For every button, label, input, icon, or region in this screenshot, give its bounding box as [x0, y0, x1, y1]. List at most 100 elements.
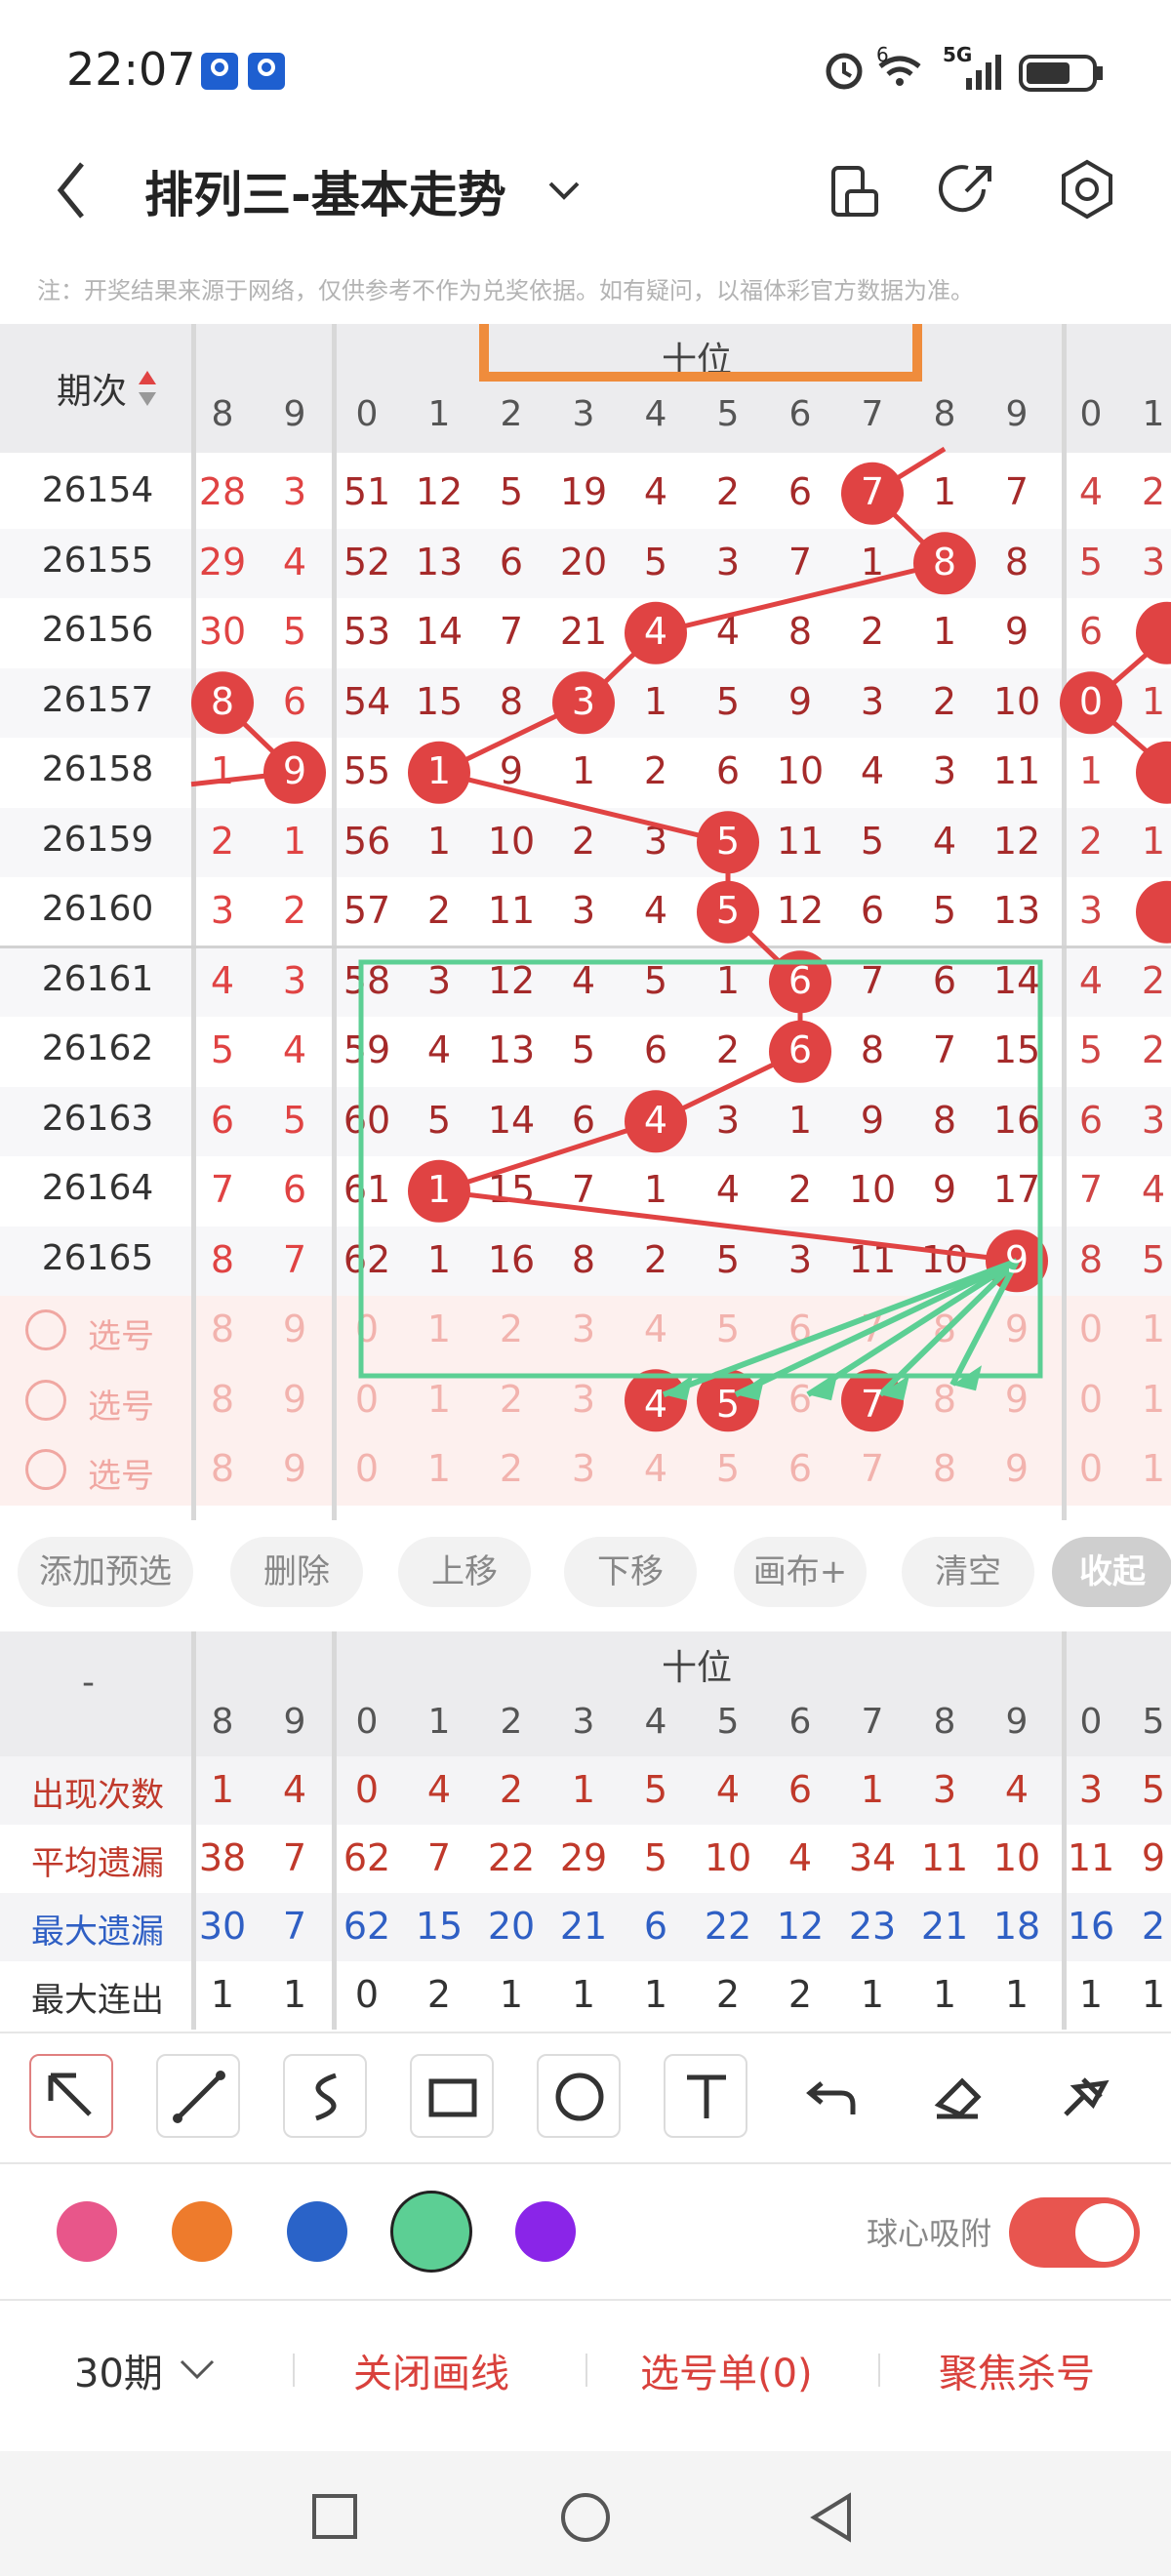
action-button[interactable]: 添加预选	[18, 1537, 193, 1607]
chevron-down-icon[interactable]	[178, 2357, 217, 2383]
rect-tool[interactable]	[410, 2054, 494, 2138]
line-tool[interactable]	[156, 2054, 240, 2138]
action-button[interactable]: 删除	[230, 1537, 363, 1607]
home-icon[interactable]	[558, 2490, 613, 2545]
stats-cell: 1	[571, 1973, 596, 2016]
rect-tool-icon	[428, 2078, 477, 2117]
stats-cell: 1	[499, 1973, 524, 2016]
close-lines-button[interactable]: 关闭画线	[353, 2342, 509, 2398]
stats-cell: 0	[354, 1768, 380, 1811]
rotate-screen-icon[interactable]	[828, 162, 882, 221]
share-icon[interactable]	[939, 160, 997, 219]
stats-column-header: 3	[572, 1702, 595, 1742]
period-select[interactable]: 30期	[74, 2342, 163, 2398]
color-swatch[interactable]	[515, 2201, 576, 2262]
column-divider	[1062, 1631, 1067, 2030]
eraser-tool[interactable]	[917, 2054, 1001, 2138]
stats-cell: 7	[426, 1836, 452, 1879]
stats-cell: 1	[932, 1973, 957, 2016]
annotation-box	[479, 324, 922, 382]
stats-cell: 62	[343, 1836, 391, 1879]
back-icon[interactable]	[53, 156, 92, 224]
grid-cell: 4	[643, 1098, 668, 1142]
annotation-arrowhead	[808, 1375, 837, 1401]
divider	[0, 2032, 1171, 2033]
trend-grid: 期次 十位 8 9 0 1 2 3 4 5 6 7 8 9 0 1 26154 28 3 51 12 5 19 4 2 6 7 1…	[0, 324, 1171, 1520]
wifi-label: 6	[876, 43, 889, 66]
text-tool[interactable]	[664, 2054, 747, 2138]
stats-cell: 21	[920, 1905, 969, 1948]
pick-list-button[interactable]: 选号单(0)	[640, 2342, 813, 2398]
brush-tool[interactable]	[1044, 2054, 1128, 2138]
stats-column-header: 9	[1005, 1702, 1029, 1742]
grid-cell: 9	[1004, 1237, 1030, 1281]
eraser-tool-icon	[934, 2077, 982, 2119]
circle-tool[interactable]	[537, 2054, 621, 2138]
stats-cell: 10	[992, 1836, 1041, 1879]
stats-cell: 0	[354, 1973, 380, 2016]
stats-cell: 6	[787, 1768, 813, 1811]
toggle-knob	[1075, 2203, 1134, 2262]
color-swatch[interactable]	[287, 2201, 347, 2262]
stats-cell: 1	[1004, 1973, 1030, 2016]
grid-cell: 5	[715, 819, 741, 863]
action-button[interactable]: 上移	[398, 1537, 531, 1607]
action-button[interactable]: 画布+	[734, 1537, 867, 1607]
column-divider	[332, 1631, 337, 2030]
column-divider	[191, 1631, 196, 2030]
grid-cell: 4	[643, 610, 668, 653]
stats-cell: 62	[343, 1905, 391, 1948]
color-swatch[interactable]	[390, 2191, 472, 2273]
grid-cell: 3	[571, 679, 596, 723]
settings-icon[interactable]	[1056, 158, 1118, 221]
snap-toggle[interactable]	[1009, 2197, 1140, 2268]
stats-column-header: 8	[933, 1702, 956, 1742]
stats-cell: 2	[426, 1973, 452, 2016]
circle-tool-icon	[555, 2073, 604, 2121]
stats-cell: 4	[1004, 1768, 1030, 1811]
stats-cell: 22	[704, 1905, 752, 1948]
back-nav-icon[interactable]	[806, 2490, 857, 2545]
undo-tool[interactable]	[790, 2054, 874, 2138]
stats-cell: 1	[282, 1973, 307, 2016]
stats-cell: 1	[860, 1768, 885, 1811]
recents-icon[interactable]	[310, 2492, 359, 2541]
system-nav-bar	[0, 2451, 1171, 2576]
action-button[interactable]: 收起	[1052, 1537, 1171, 1607]
hit-ball	[1136, 601, 1171, 664]
stats-cell: 21	[559, 1905, 608, 1948]
arrow-tool[interactable]	[29, 2054, 113, 2138]
stats-cell: 4	[282, 1768, 307, 1811]
stats-cell: 9	[1141, 1836, 1166, 1879]
focus-kill-button[interactable]: 聚焦杀号	[939, 2342, 1095, 2398]
action-button[interactable]: 下移	[564, 1537, 697, 1607]
stats-column-header: 2	[500, 1702, 523, 1742]
grid-cell: 0	[1078, 679, 1104, 723]
stats-row-label: 出现次数	[31, 1776, 164, 1815]
stats-row-label: 最大遗漏	[31, 1912, 164, 1952]
stats-cell: 23	[848, 1905, 897, 1948]
color-swatch[interactable]	[172, 2201, 232, 2262]
stats-cell: 1	[1141, 1973, 1166, 2016]
stats-column-header: 9	[283, 1702, 306, 1742]
stats-cell: 4	[426, 1768, 452, 1811]
stats-cell: 1	[210, 1973, 235, 2016]
stats-cell: 1	[210, 1768, 235, 1811]
chevron-down-icon[interactable]	[545, 176, 584, 205]
stats-cell: 5	[643, 1836, 668, 1879]
line-tool-icon	[173, 2071, 225, 2123]
stats-cell: 38	[198, 1836, 247, 1879]
action-button[interactable]: 清空	[902, 1537, 1034, 1607]
stats-column-header: 0	[355, 1702, 379, 1742]
grid-cell: 1	[426, 1168, 452, 1211]
hit-ball	[1136, 880, 1171, 944]
brush-tool-icon	[1064, 2077, 1110, 2116]
color-swatch[interactable]	[57, 2201, 117, 2262]
status-time: 22:07	[66, 43, 196, 96]
grid-cell: 1	[426, 749, 452, 792]
select-ball-number: 4	[643, 1383, 668, 1427]
source-notice: 注：开奖结果来源于网络，仅供参考不作为兑奖依据。如有疑问，以福体彩官方数据为准。	[37, 277, 974, 304]
curve-tool[interactable]	[283, 2054, 367, 2138]
grid-cell: 8	[932, 540, 957, 584]
page-title[interactable]: 排列三-基本走势	[144, 156, 506, 226]
